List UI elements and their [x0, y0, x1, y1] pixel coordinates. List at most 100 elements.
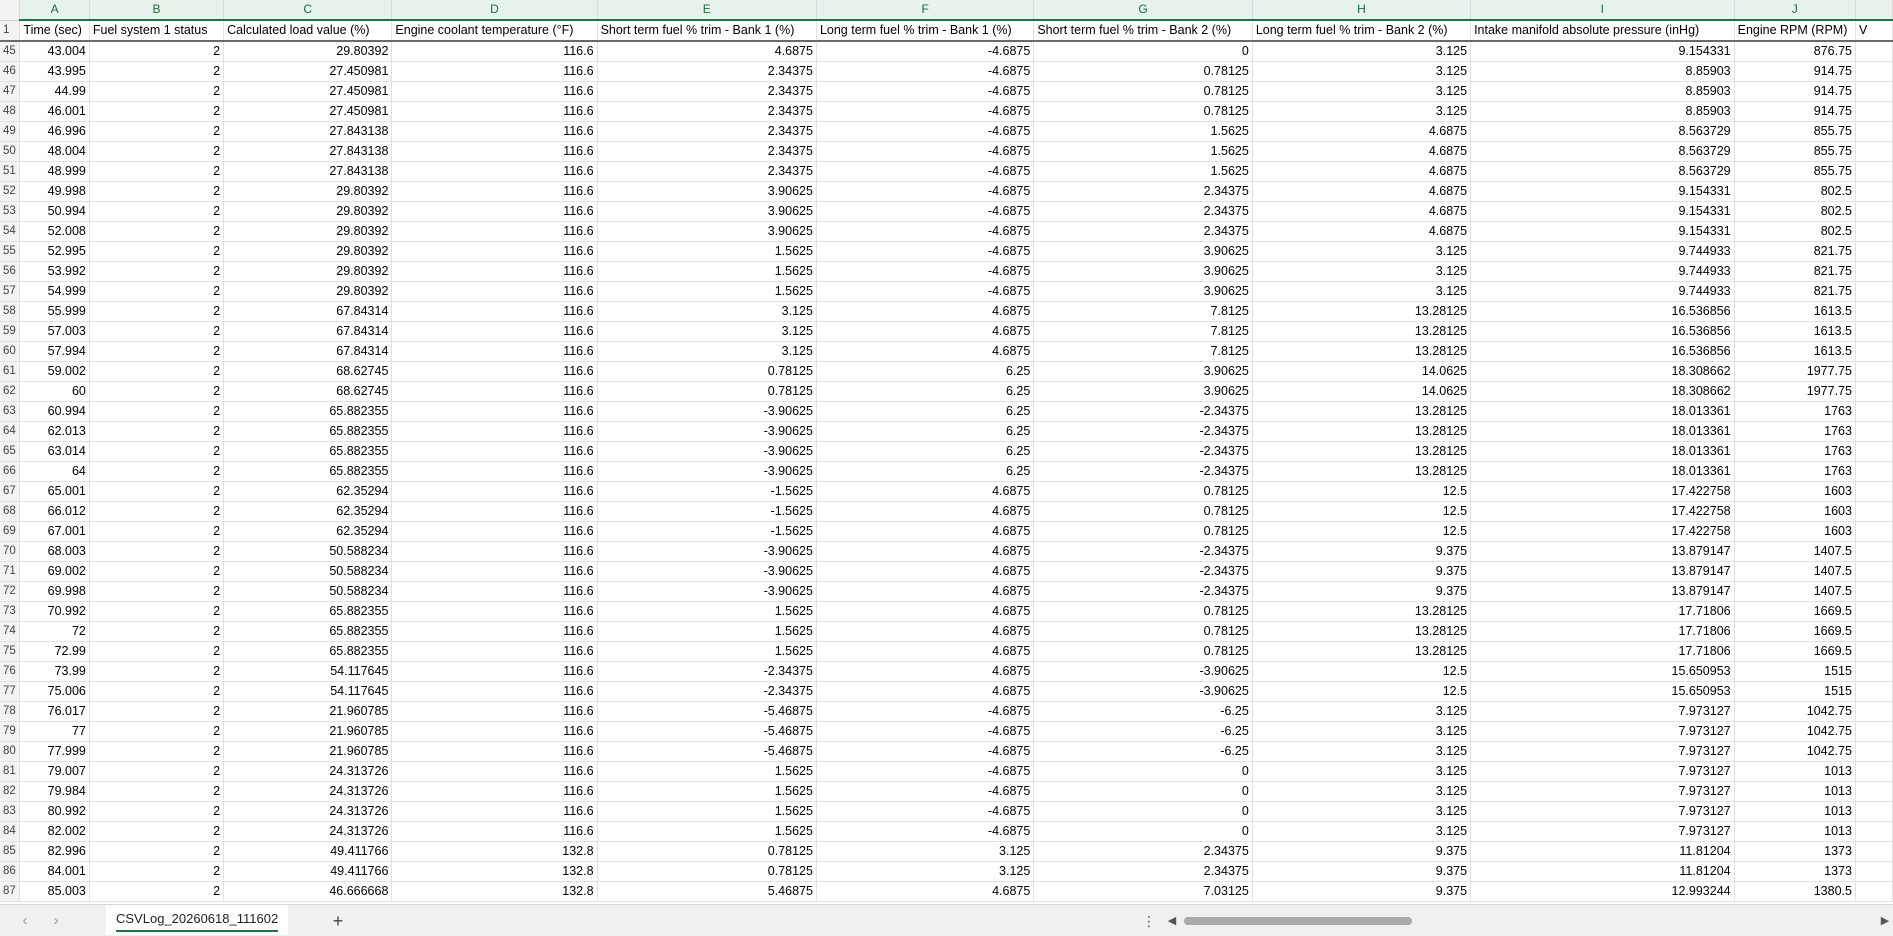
next-sheet-icon[interactable]: › — [45, 910, 67, 932]
cell[interactable]: 132.8 — [391, 881, 598, 902]
row-number[interactable]: 65 — [0, 441, 21, 462]
horizontal-scrollbar[interactable]: ◀ ▶ — [1164, 913, 1893, 929]
cell[interactable]: 4.6875 — [816, 681, 1035, 702]
cell[interactable]: 2 — [89, 821, 225, 842]
cell[interactable]: 2.34375 — [597, 101, 817, 122]
row-number[interactable]: 61 — [0, 361, 21, 382]
header-cell[interactable]: Short term fuel % trim - Bank 2 (%) — [1033, 20, 1253, 42]
cell[interactable]: 21.960785 — [223, 701, 393, 722]
row-number[interactable]: 66 — [0, 461, 21, 482]
cell[interactable]: 67.84314 — [223, 341, 393, 362]
cell[interactable]: -1.5625 — [597, 521, 817, 542]
cell[interactable]: 16.536856 — [1470, 301, 1735, 322]
cell[interactable] — [1855, 41, 1893, 62]
cell[interactable]: 65.882355 — [223, 401, 393, 422]
cell[interactable]: -6.25 — [1033, 721, 1253, 742]
cell[interactable]: 2 — [89, 381, 225, 402]
cell[interactable] — [1855, 241, 1893, 262]
cell[interactable]: -4.6875 — [816, 101, 1035, 122]
column-header-g[interactable]: G — [1033, 0, 1253, 21]
cell[interactable]: 821.75 — [1734, 281, 1856, 302]
cell[interactable]: 2 — [89, 541, 225, 562]
cell[interactable]: 65.882355 — [223, 601, 393, 622]
cell[interactable]: 6.25 — [816, 381, 1035, 402]
cell[interactable]: 9.375 — [1252, 861, 1472, 882]
cell[interactable]: 4.6875 — [1252, 221, 1472, 242]
cell[interactable]: -4.6875 — [816, 41, 1035, 62]
cell[interactable]: 116.6 — [391, 61, 598, 82]
cell[interactable]: 3.125 — [1252, 261, 1472, 282]
cell[interactable]: 46.996 — [19, 121, 90, 142]
cell[interactable]: 116.6 — [391, 381, 598, 402]
cell[interactable] — [1855, 441, 1893, 462]
cell[interactable]: 0.78125 — [1033, 501, 1253, 522]
cell[interactable]: 16.536856 — [1470, 321, 1735, 342]
row-number[interactable]: 84 — [0, 821, 21, 842]
cell[interactable]: 2.34375 — [1033, 181, 1253, 202]
cell[interactable]: 24.313726 — [223, 821, 393, 842]
cell[interactable]: 2 — [89, 861, 225, 882]
cell[interactable]: 68.62745 — [223, 381, 393, 402]
cell[interactable]: 49.411766 — [223, 841, 393, 862]
scroll-left-icon[interactable]: ◀ — [1164, 913, 1180, 929]
cell[interactable]: -4.6875 — [816, 781, 1035, 802]
cell[interactable]: 7.8125 — [1033, 301, 1253, 322]
cell[interactable] — [1855, 701, 1893, 722]
cell[interactable]: 116.6 — [391, 761, 598, 782]
row-number[interactable]: 70 — [0, 541, 21, 562]
cell[interactable]: 855.75 — [1734, 161, 1856, 182]
worksheet-table[interactable]: ABCDEFGHIJ 1 Time (sec) Fuel system 1 stat… — [0, 0, 1893, 902]
cell[interactable]: 1042.75 — [1734, 721, 1856, 742]
cell[interactable]: -4.6875 — [816, 281, 1035, 302]
cell[interactable]: 4.6875 — [816, 601, 1035, 622]
cell[interactable]: -2.34375 — [1033, 581, 1253, 602]
cell[interactable]: 13.879147 — [1470, 541, 1735, 562]
cell[interactable]: 21.960785 — [223, 721, 393, 742]
cell[interactable]: 2 — [89, 321, 225, 342]
more-options-icon[interactable]: ⋮ — [1142, 910, 1156, 932]
column-header-i[interactable]: I — [1470, 0, 1735, 21]
cell[interactable]: 12.5 — [1252, 521, 1472, 542]
row-number[interactable]: 56 — [0, 261, 21, 282]
cell[interactable] — [1855, 681, 1893, 702]
cell[interactable]: 15.650953 — [1470, 681, 1735, 702]
cell[interactable]: 7.8125 — [1033, 341, 1253, 362]
cell[interactable]: 1977.75 — [1734, 381, 1856, 402]
cell[interactable]: 4.6875 — [816, 641, 1035, 662]
cell[interactable]: 914.75 — [1734, 101, 1856, 122]
cell[interactable]: 24.313726 — [223, 781, 393, 802]
cell[interactable]: 82.996 — [19, 841, 90, 862]
cell[interactable]: 65.882355 — [223, 461, 393, 482]
row-number[interactable]: 80 — [0, 741, 21, 762]
cell[interactable]: 2 — [89, 141, 225, 162]
spreadsheet-grid[interactable]: ABCDEFGHIJ 1 Time (sec) Fuel system 1 stat… — [0, 0, 1893, 904]
cell[interactable]: 1.5625 — [597, 641, 817, 662]
cell[interactable]: 9.154331 — [1470, 181, 1735, 202]
cell[interactable]: 2 — [89, 641, 225, 662]
cell[interactable]: 0.78125 — [597, 361, 817, 382]
cell[interactable]: 2.34375 — [597, 161, 817, 182]
cell[interactable]: -4.6875 — [816, 261, 1035, 282]
cell[interactable]: 13.879147 — [1470, 581, 1735, 602]
cell[interactable]: 116.6 — [391, 81, 598, 102]
cell[interactable]: 116.6 — [391, 281, 598, 302]
cell[interactable]: 3.125 — [816, 861, 1035, 882]
cell[interactable]: 0 — [1033, 821, 1253, 842]
cell[interactable]: -4.6875 — [816, 81, 1035, 102]
cell[interactable]: 1603 — [1734, 521, 1856, 542]
cell[interactable]: 0.78125 — [1033, 61, 1253, 82]
cell[interactable]: 0 — [1033, 41, 1253, 62]
cell[interactable]: 12.993244 — [1470, 881, 1735, 902]
cell[interactable]: 1603 — [1734, 481, 1856, 502]
cell[interactable]: 3.90625 — [1033, 261, 1253, 282]
cell[interactable]: 116.6 — [391, 561, 598, 582]
cell[interactable]: 9.375 — [1252, 581, 1472, 602]
cell[interactable]: 9.744933 — [1470, 281, 1735, 302]
cell[interactable]: 29.80392 — [223, 281, 393, 302]
scroll-thumb[interactable] — [1184, 917, 1412, 925]
cell[interactable]: -5.46875 — [597, 741, 817, 762]
cell[interactable]: 13.28125 — [1252, 441, 1472, 462]
cell[interactable]: 0.78125 — [1033, 641, 1253, 662]
cell[interactable]: 4.6875 — [1252, 161, 1472, 182]
cell[interactable]: 3.90625 — [597, 181, 817, 202]
